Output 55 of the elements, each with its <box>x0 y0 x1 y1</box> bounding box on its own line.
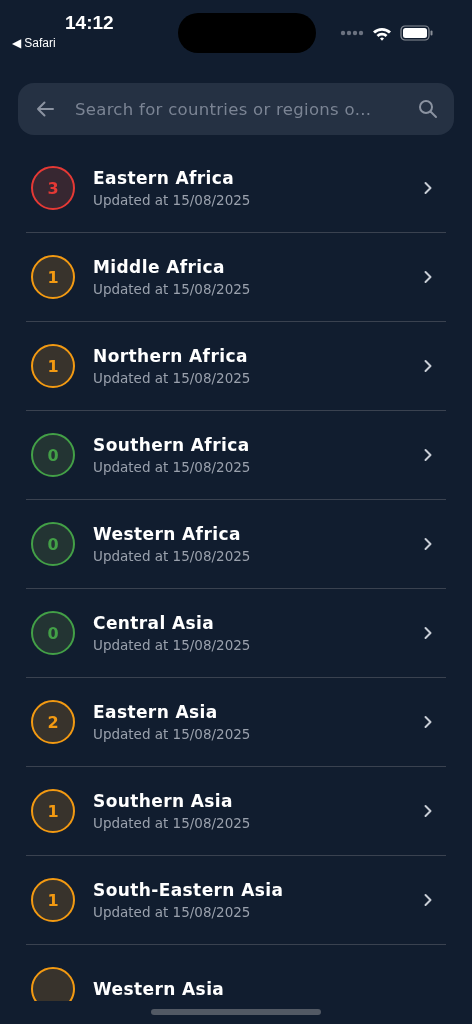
region-name: Eastern Asia <box>93 702 219 722</box>
alert-count-badge: 0 <box>31 611 75 655</box>
updated-date: Updated at 15/08/2025 <box>93 904 252 920</box>
region-name: Northern Africa <box>93 346 249 366</box>
wifi-icon <box>372 25 392 41</box>
chevron-right-icon <box>423 626 433 640</box>
updated-date: Updated at 15/08/2025 <box>93 815 252 831</box>
region-name: Eastern Africa <box>93 168 236 188</box>
search-icon[interactable] <box>418 99 438 119</box>
updated-date: Updated at 15/08/2025 <box>93 370 252 386</box>
alert-count-badge: 3 <box>31 166 75 210</box>
region-list-item[interactable]: 1 South-Eastern Asia Updated at 15/08/2025 <box>26 856 446 945</box>
region-name: Western Africa <box>93 524 242 544</box>
region-name: Central Asia <box>93 613 216 633</box>
chevron-right-icon <box>423 448 433 462</box>
region-name: Southern Asia <box>93 791 234 811</box>
alert-count-badge: 0 <box>31 522 75 566</box>
region-list-item[interactable]: 1 Southern Asia Updated at 15/08/2025 <box>26 767 446 856</box>
region-list-item[interactable]: 1 Northern Africa Updated at 15/08/2025 <box>26 322 446 411</box>
chevron-right-icon <box>423 893 433 907</box>
search-field[interactable]: Search for countries or regions o... <box>75 99 398 119</box>
region-list-item[interactable]: 0 Central Asia Updated at 15/08/2025 <box>26 589 446 678</box>
chevron-right-icon <box>423 181 433 195</box>
alert-count-badge: 1 <box>31 344 75 388</box>
updated-date: Updated at 15/08/2025 <box>93 637 252 653</box>
back-arrow-icon[interactable] <box>35 100 55 118</box>
alert-count-badge: 1 <box>31 878 75 922</box>
signal-dots-icon <box>340 30 364 36</box>
alert-count-badge: 2 <box>31 700 75 744</box>
status-time: 14:12 <box>65 12 114 34</box>
back-to-app-link[interactable]: ◀ Safari <box>12 36 56 50</box>
region-name: Middle Africa <box>93 257 226 277</box>
search-bar[interactable]: Search for countries or regions o... <box>18 83 454 135</box>
chevron-right-icon <box>423 270 433 284</box>
region-list-item[interactable]: 3 Eastern Africa Updated at 15/08/2025 <box>26 144 446 233</box>
region-name: Western Asia <box>93 979 226 999</box>
battery-icon <box>400 25 434 41</box>
region-list-item[interactable]: 0 Southern Africa Updated at 15/08/2025 <box>26 411 446 500</box>
region-list-item[interactable]: 0 Western Africa Updated at 15/08/2025 <box>26 500 446 589</box>
region-name: Southern Africa <box>93 435 251 455</box>
updated-date: Updated at 15/08/2025 <box>93 192 252 208</box>
chevron-right-icon <box>423 537 433 551</box>
alert-count-badge: 1 <box>31 255 75 299</box>
chevron-right-icon <box>423 804 433 818</box>
updated-date: Updated at 15/08/2025 <box>93 726 252 742</box>
region-name: South-Eastern Asia <box>93 880 285 900</box>
updated-date: Updated at 15/08/2025 <box>93 459 252 475</box>
alert-count-badge: 1 <box>31 789 75 833</box>
region-list-item[interactable]: 1 Middle Africa Updated at 15/08/2025 <box>26 233 446 322</box>
region-list-item[interactable]: 2 Eastern Asia Updated at 15/08/2025 <box>26 678 446 767</box>
alert-count-badge: 0 <box>31 433 75 477</box>
chevron-right-icon <box>423 715 433 729</box>
updated-date: Updated at 15/08/2025 <box>93 281 252 297</box>
chevron-right-icon <box>423 359 433 373</box>
updated-date: Updated at 15/08/2025 <box>93 548 252 564</box>
